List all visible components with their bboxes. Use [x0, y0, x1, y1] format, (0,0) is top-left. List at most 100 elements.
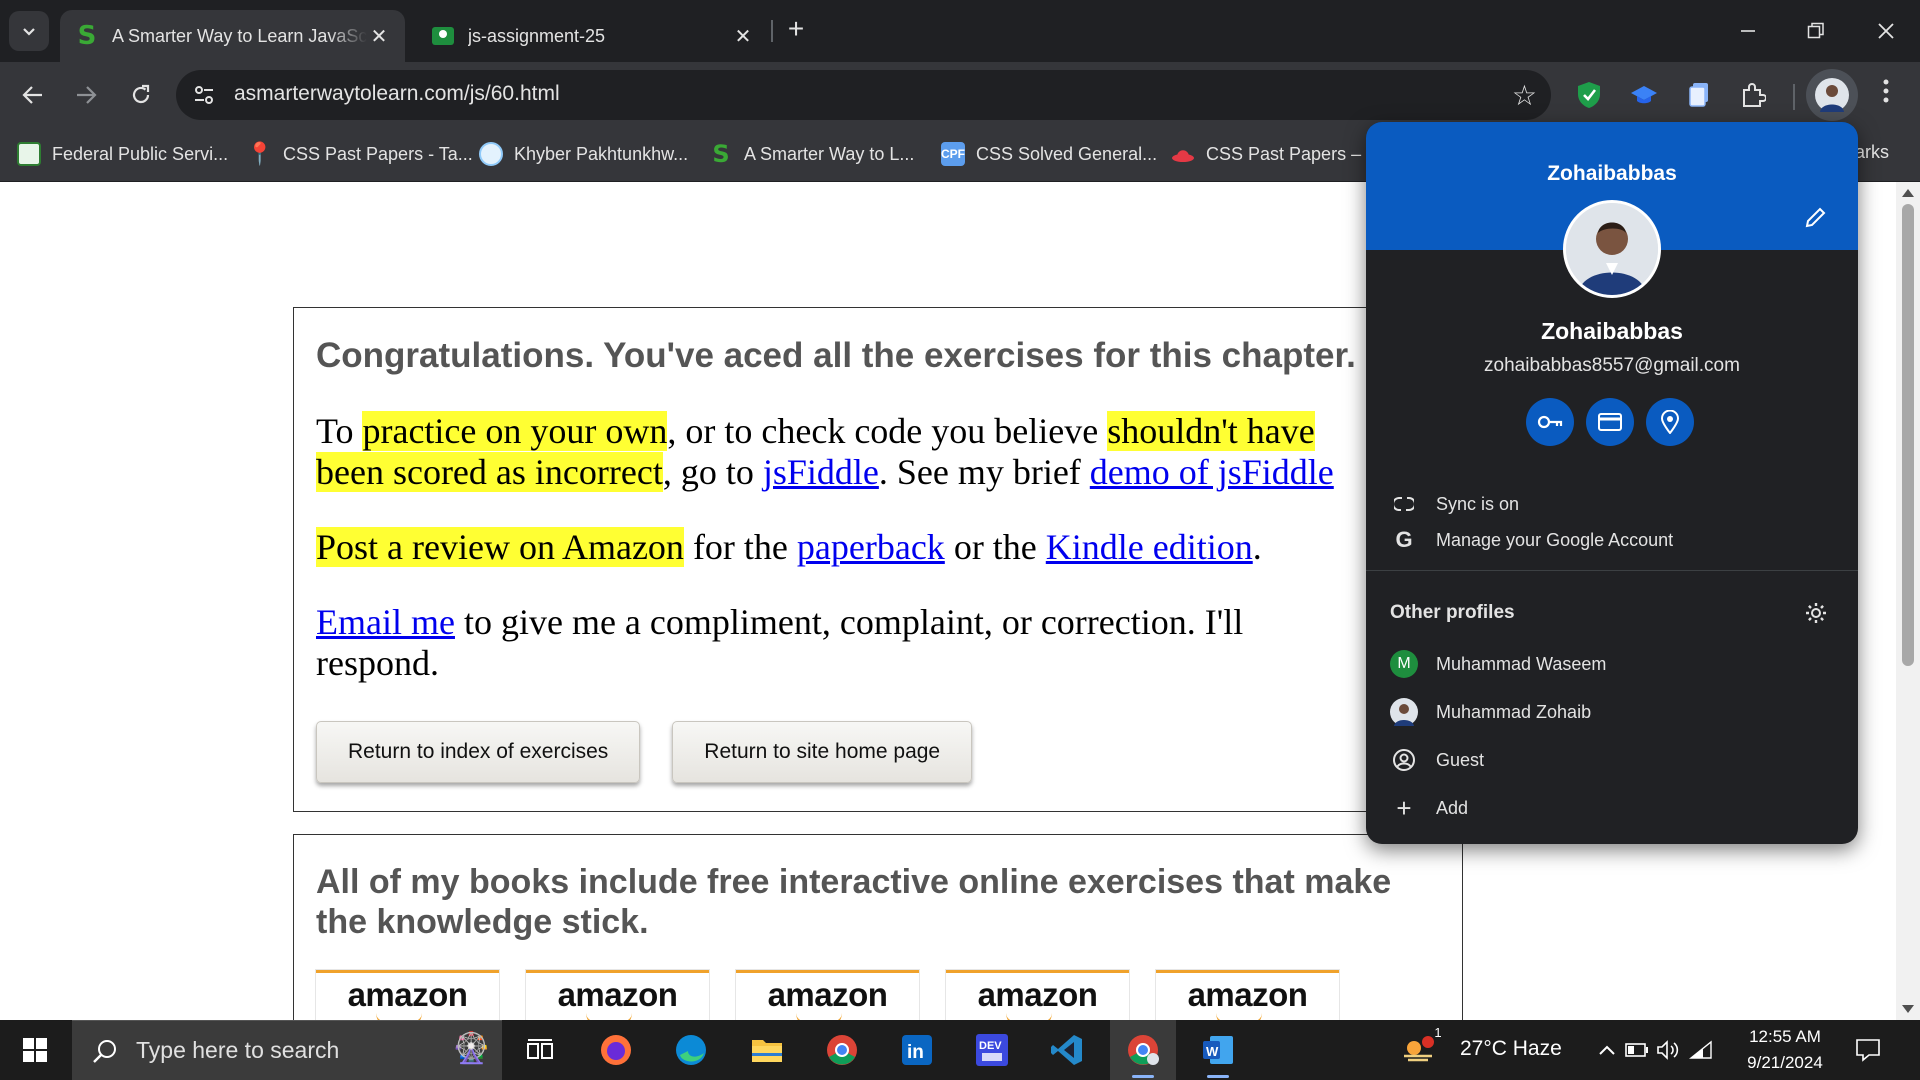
scrollbar-thumb[interactable] — [1902, 204, 1914, 666]
notifications-button[interactable] — [1842, 1020, 1894, 1080]
addresses-button[interactable] — [1646, 398, 1694, 446]
sync-label: Sync is on — [1436, 493, 1520, 514]
forward-button[interactable] — [65, 74, 107, 116]
weather-text[interactable]: 27°C Haze — [1460, 1037, 1562, 1061]
tab-js-assignment[interactable]: js-assignment-25 ✕ — [416, 10, 769, 62]
extensions-puzzle-icon[interactable] — [1736, 78, 1770, 112]
volume-icon[interactable] — [1652, 1020, 1684, 1080]
pencil-edit-icon[interactable] — [1803, 204, 1829, 230]
taskbar-search-box[interactable]: Type here to search 🎡 — [72, 1020, 502, 1080]
bookmark-khyber-pakhtunkhwa[interactable]: Khyber Pakhtunkhw... — [479, 138, 688, 170]
profile-initial-avatar: M — [1390, 650, 1418, 678]
new-tab-button[interactable]: + — [780, 14, 812, 46]
site-info-icon[interactable] — [192, 83, 216, 107]
system-clock[interactable]: 12:55 AM 9/21/2024 — [1740, 1024, 1830, 1076]
task-view-button[interactable] — [507, 1020, 573, 1080]
books-box: All of my books include free interactive… — [293, 834, 1463, 1020]
all-bookmarks-label[interactable]: arks — [1855, 142, 1889, 163]
amazon-logo-link[interactable]: amazon — [316, 970, 499, 1020]
url-text[interactable]: asmarterwaytolearn.com/js/60.html — [234, 82, 560, 106]
bookmark-star-icon[interactable]: ☆ — [1512, 79, 1537, 112]
text: To — [316, 411, 363, 451]
guest-row[interactable]: Guest — [1366, 738, 1858, 782]
browser-menu-button[interactable] — [1870, 76, 1902, 116]
profile-row-zohaib[interactable]: Muhammad Zohaib — [1366, 690, 1858, 734]
file-explorer-app[interactable] — [734, 1020, 800, 1080]
text: . — [1252, 527, 1262, 567]
fpsc-icon — [17, 142, 41, 166]
highlight: practice on your own — [362, 411, 668, 451]
reload-button[interactable] — [120, 74, 162, 116]
search-icon — [93, 1039, 116, 1063]
shield-extension-icon[interactable] — [1572, 78, 1606, 112]
notification-icon — [1856, 1039, 1880, 1062]
page-scrollbar[interactable] — [1896, 182, 1920, 1020]
linkedin-app[interactable]: in — [884, 1020, 950, 1080]
minimize-button[interactable] — [1714, 0, 1782, 62]
amazon-logo-link[interactable]: amazon — [526, 970, 709, 1020]
address-bar[interactable]: asmarterwaytolearn.com/js/60.html ☆ — [176, 70, 1551, 120]
text: . See my brief — [878, 452, 1090, 492]
gear-icon[interactable] — [1804, 601, 1828, 625]
close-tab-icon[interactable]: ✕ — [367, 24, 391, 49]
svg-text:in: in — [907, 1042, 924, 1063]
word-app[interactable]: W — [1185, 1020, 1251, 1080]
profile-avatar-button[interactable] — [1806, 69, 1858, 121]
review-paragraph: Post a review on Amazon for the paperbac… — [316, 527, 1440, 568]
jsfiddle-demo-link[interactable]: demo of jsFiddle — [1090, 452, 1334, 492]
amazon-logo-link[interactable]: amazon — [946, 970, 1129, 1020]
close-window-button[interactable] — [1852, 0, 1920, 62]
tray-overflow-button[interactable] — [1592, 1020, 1622, 1080]
credit-card-icon — [1598, 413, 1622, 431]
scroll-up-arrow-icon[interactable] — [1902, 189, 1914, 197]
profile-row-waseem[interactable]: M Muhammad Waseem — [1366, 642, 1858, 686]
dev-to-app[interactable]: DEV — [959, 1020, 1025, 1080]
tab-title: A Smarter Way to Learn JavaScript — [112, 25, 367, 46]
task-view-icon — [527, 1039, 553, 1059]
manage-account-row[interactable]: G Manage your Google Account — [1366, 518, 1858, 562]
graduation-cap-extension-icon[interactable] — [1627, 78, 1661, 112]
start-button[interactable] — [0, 1020, 70, 1080]
chrome-profile-app[interactable] — [1110, 1020, 1176, 1080]
bookmark-css-past-papers-ta[interactable]: 📍 CSS Past Papers - Ta... — [246, 138, 472, 170]
passwords-button[interactable] — [1526, 398, 1574, 446]
bookmark-css-past-papers-c[interactable]: CSS Past Papers – C... — [1171, 138, 1394, 170]
amazon-logo-link[interactable]: amazon — [736, 970, 919, 1020]
text: , or to check code you believe — [667, 411, 1108, 451]
return-to-index-button[interactable]: Return to index of exercises — [316, 721, 641, 783]
paperback-link[interactable]: paperback — [797, 527, 945, 567]
scroll-down-arrow-icon[interactable] — [1902, 1005, 1914, 1013]
bookmark-css-solved-general[interactable]: CPF CSS Solved General... — [941, 138, 1157, 170]
back-button[interactable] — [12, 74, 54, 116]
tab-search-button[interactable] — [9, 11, 49, 51]
kindle-edition-link[interactable]: Kindle edition — [1046, 527, 1253, 567]
restore-button[interactable] — [1782, 0, 1850, 62]
firefox-app[interactable] — [583, 1020, 649, 1080]
bookmark-asmarterway[interactable]: S A Smarter Way to L... — [709, 138, 914, 170]
congrats-box: Congratulations. You've aced all the exe… — [293, 307, 1463, 812]
avatar: M — [1390, 650, 1418, 678]
vscode-app[interactable] — [1034, 1020, 1100, 1080]
chrome-icon — [1128, 1035, 1159, 1065]
payment-methods-button[interactable] — [1586, 398, 1634, 446]
search-highlight-icon[interactable]: 🎡 — [453, 1031, 490, 1066]
clipboard-extension-icon[interactable] — [1682, 78, 1716, 112]
kp-seal-icon — [479, 142, 503, 166]
edge-app[interactable] — [658, 1020, 724, 1080]
text: respond. — [316, 643, 439, 683]
close-tab-icon[interactable]: ✕ — [731, 24, 755, 49]
email-me-link[interactable]: Email me — [316, 602, 455, 642]
add-profile-row[interactable]: + Add — [1366, 786, 1858, 830]
bookmark-fpsc[interactable]: Federal Public Servi... — [17, 138, 228, 170]
chevron-down-icon — [23, 28, 35, 36]
bookmark-label: Khyber Pakhtunkhw... — [514, 143, 689, 164]
return-to-home-button[interactable]: Return to site home page — [672, 721, 973, 783]
chevron-up-icon — [1599, 1045, 1615, 1055]
battery-icon[interactable] — [1622, 1020, 1652, 1080]
restore-icon — [1807, 22, 1824, 39]
jsfiddle-link[interactable]: jsFiddle — [763, 452, 879, 492]
chrome-app[interactable] — [809, 1020, 875, 1080]
wifi-icon[interactable] — [1684, 1020, 1718, 1080]
tab-asmarterway[interactable]: S A Smarter Way to Learn JavaScript ✕ — [60, 10, 405, 62]
amazon-logo-link[interactable]: amazon — [1156, 970, 1339, 1020]
